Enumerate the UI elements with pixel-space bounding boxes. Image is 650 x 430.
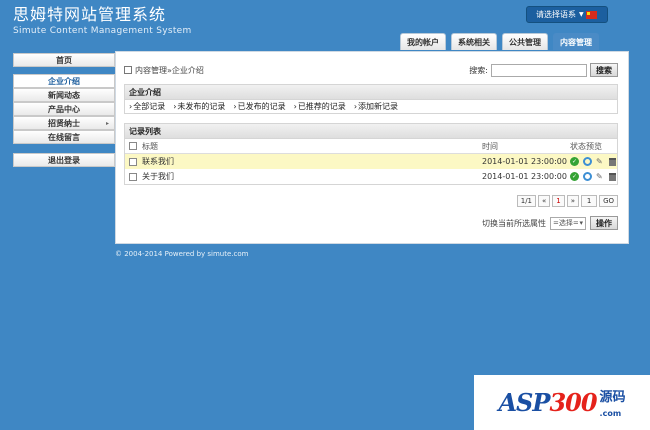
trash-icon[interactable] (609, 157, 616, 166)
preview-icon[interactable] (583, 157, 592, 166)
watermark-logo: ASP300 源码 .com (474, 375, 650, 430)
current-page[interactable]: 1 (552, 195, 565, 207)
row-time: 2014-01-01 23:00:00 (482, 172, 567, 181)
china-flag-icon (586, 11, 597, 19)
select-all-checkbox[interactable] (129, 142, 137, 150)
sidebar: 首页 企业介绍 新闻动态 产品中心 招贤纳士 ▸ 在线留言 退出登录 (13, 53, 115, 167)
next-page-button[interactable]: » (566, 195, 580, 207)
table-row[interactable]: 联系我们 2014-01-01 23:00:00 ✓ ✎ (125, 154, 617, 169)
edit-icon[interactable]: ✎ (596, 157, 605, 166)
records-section: 记录列表 标题 时间 状态 预览 联系我们 2014-01-01 23:00:0… (124, 123, 618, 185)
page-number-input[interactable]: 1 (581, 195, 598, 207)
sidebar-item-company[interactable]: 企业介绍 (13, 74, 115, 88)
main-tabs: 我的帐户 系统相关 公共管理 内容管理 (400, 33, 599, 50)
row-title[interactable]: 关于我们 (142, 171, 482, 182)
filter-links: 全部记录 未发布的记录 已发布的记录 已推荐的记录 添加新记录 (125, 100, 617, 113)
watermark-brand: ASP300 (498, 388, 597, 417)
language-selector[interactable]: 请选择语系 ▼ (526, 6, 608, 23)
brand: 思姆特网站管理系统 Simute Content Management Syst… (13, 5, 192, 37)
language-label: 请选择语系 (536, 10, 576, 19)
check-icon[interactable]: ✓ (570, 157, 579, 166)
row-checkbox[interactable] (129, 157, 137, 166)
row-checkbox[interactable] (129, 172, 137, 181)
records-table: 标题 时间 状态 预览 联系我们 2014-01-01 23:00:00 ✓ ✎… (125, 139, 617, 184)
link-recommended[interactable]: 已推荐的记录 (294, 101, 346, 112)
link-all-records[interactable]: 全部记录 (129, 101, 165, 112)
chevron-down-icon: ▾ (579, 219, 583, 227)
batch-label: 切换当前所选属性 (482, 218, 546, 228)
section-title: 记录列表 (125, 124, 617, 139)
search-input[interactable] (491, 63, 587, 77)
link-published[interactable]: 已发布的记录 (233, 101, 286, 112)
trash-icon[interactable] (609, 172, 616, 181)
column-time: 时间 (482, 141, 498, 151)
sidebar-item-label: 招贤纳士 (48, 118, 80, 128)
operate-button[interactable]: 操作 (590, 216, 618, 230)
breadcrumb-root[interactable]: 内容管理 (135, 65, 167, 76)
column-preview: 预览 (586, 141, 602, 151)
home-icon (124, 66, 132, 74)
chevron-down-icon: ▼ (579, 11, 584, 18)
filter-section: 企业介绍 全部记录 未发布的记录 已发布的记录 已推荐的记录 添加新记录 (124, 84, 618, 114)
tab-content[interactable]: 内容管理 (553, 33, 599, 50)
tab-system[interactable]: 系统相关 (451, 33, 497, 50)
row-title[interactable]: 联系我们 (142, 156, 482, 167)
app-title-cn: 思姆特网站管理系统 (13, 5, 167, 24)
edit-icon[interactable]: ✎ (596, 172, 605, 181)
search-bar: 搜索: 搜索 (469, 63, 618, 77)
batch-actions: 切换当前所选属性 =选择= ▾ 操作 (482, 216, 618, 230)
content-panel: 内容管理 » 企业介绍 搜索: 搜索 企业介绍 全部记录 未发布的记录 已发布的… (115, 51, 629, 244)
breadcrumb: 内容管理 » 企业介绍 (124, 65, 204, 76)
search-button[interactable]: 搜索 (590, 63, 618, 77)
column-status: 状态 (570, 141, 586, 151)
sidebar-item-messages[interactable]: 在线留言 (13, 130, 115, 144)
sidebar-item-products[interactable]: 产品中心 (13, 102, 115, 116)
prev-page-button[interactable]: « (538, 195, 551, 207)
chevron-right-icon: ▸ (105, 119, 109, 127)
pagination: 1/1 « 1 » 1 GO (516, 195, 618, 207)
attribute-select-value: =选择= (553, 219, 579, 227)
breadcrumb-current: 企业介绍 (171, 65, 204, 75)
sidebar-item-home[interactable]: 首页 (13, 53, 115, 67)
page-total: 1/1 (516, 195, 536, 207)
watermark-subtitle: 源码 .com (599, 389, 626, 418)
footer-copyright: © 2004-2014 Powered by simute.com (115, 250, 249, 258)
link-unpublished[interactable]: 未发布的记录 (173, 101, 225, 112)
sidebar-item-jobs[interactable]: 招贤纳士 ▸ (13, 116, 115, 130)
preview-icon[interactable] (583, 172, 592, 181)
sidebar-item-news[interactable]: 新闻动态 (13, 88, 115, 102)
section-title: 企业介绍 (125, 85, 617, 100)
tab-my-account[interactable]: 我的帐户 (400, 33, 446, 50)
tab-public[interactable]: 公共管理 (502, 33, 548, 50)
go-button[interactable]: GO (599, 195, 618, 207)
link-add-record[interactable]: 添加新记录 (354, 101, 398, 112)
table-header: 标题 时间 状态 预览 (125, 139, 617, 154)
table-row[interactable]: 关于我们 2014-01-01 23:00:00 ✓ ✎ (125, 169, 617, 184)
column-title: 标题 (142, 141, 158, 151)
search-label: 搜索: (469, 65, 488, 75)
attribute-select[interactable]: =选择= ▾ (550, 216, 586, 230)
app-title-en: Simute Content Management System (13, 26, 192, 36)
row-time: 2014-01-01 23:00:00 (482, 157, 567, 166)
check-icon[interactable]: ✓ (570, 172, 579, 181)
sidebar-item-logout[interactable]: 退出登录 (13, 153, 115, 167)
